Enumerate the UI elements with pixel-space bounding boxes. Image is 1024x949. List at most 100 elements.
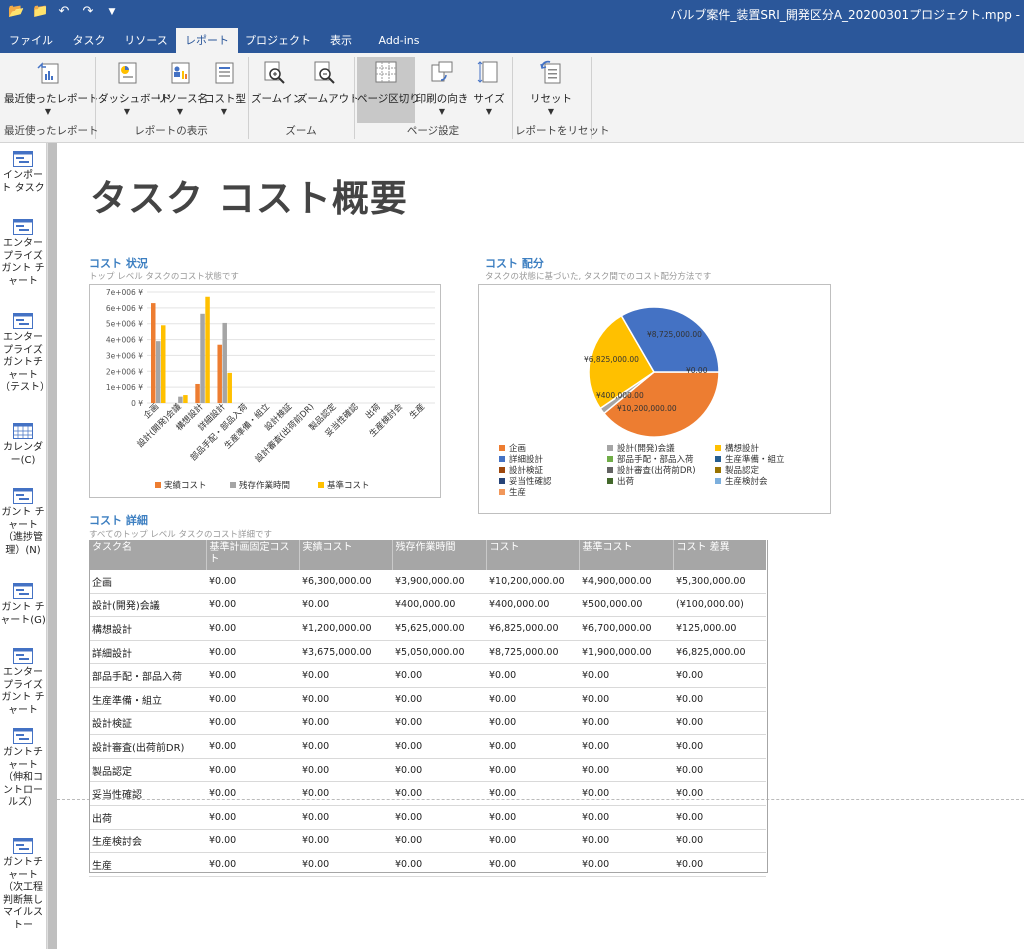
- bar[interactable]: [222, 322, 227, 403]
- bar[interactable]: [195, 383, 200, 403]
- table-column-header[interactable]: コスト: [486, 540, 580, 570]
- dashboard-button[interactable]: ダッシュボード ▼: [98, 57, 172, 123]
- tab-view[interactable]: 表示: [316, 28, 366, 53]
- cost-cell: ¥0.00: [392, 758, 486, 783]
- bar[interactable]: [178, 396, 183, 403]
- legend-swatch: [155, 482, 161, 488]
- view-calendar[interactable]: カレンダー(C): [0, 423, 46, 467]
- cost-cell: ¥0.00: [299, 687, 392, 712]
- table-column-header[interactable]: タスク名: [89, 540, 207, 570]
- cost-details-table[interactable]: タスク名 基準計画固定コスト 実績コスト 残存作業時間 コスト 基準コスト コスト 差異 企…: [89, 540, 766, 877]
- table-row[interactable]: 設計検証 ¥0.00 ¥0.00 ¥0.00 ¥0.00 ¥0.00 ¥0.00: [89, 711, 766, 736]
- gantt-view-icon: [13, 488, 33, 504]
- cost-cell: ¥0.00: [486, 829, 579, 854]
- undo-icon[interactable]: ↶: [56, 4, 72, 19]
- table-row[interactable]: 生産 ¥0.00 ¥0.00 ¥0.00 ¥0.00 ¥0.00 ¥0.00: [89, 852, 766, 877]
- qat-dropdown-icon[interactable]: ▼: [104, 7, 120, 17]
- orientation-button[interactable]: 印刷の向き ▼: [415, 57, 469, 123]
- recent-reports-button[interactable]: 最近使ったレポート ▼: [4, 57, 99, 123]
- cost-cell: ¥0.00: [486, 711, 579, 736]
- view-bar-scroll-strip[interactable]: [47, 143, 57, 949]
- calendar-view-icon: [13, 423, 33, 439]
- cost-cell: ¥4,900,000.00: [579, 570, 673, 594]
- cost-cell: ¥0.00: [579, 829, 673, 854]
- cost-cell: ¥0.00: [673, 734, 766, 759]
- view-enterprise-gantt-test[interactable]: エンタープライズ ガントチャート（テスト）: [0, 313, 50, 395]
- table-row[interactable]: 妥当性確認 ¥0.00 ¥0.00 ¥0.00 ¥0.00 ¥0.00 ¥0.00: [89, 781, 766, 806]
- y-tick-label: 1e+006 ¥: [106, 383, 143, 392]
- tab-resource[interactable]: リソース: [116, 28, 176, 53]
- size-button[interactable]: サイズ ▼: [469, 57, 509, 123]
- table-row[interactable]: 出荷 ¥0.00 ¥0.00 ¥0.00 ¥0.00 ¥0.00 ¥0.00: [89, 805, 766, 830]
- cost-status-bar-chart: 0 ¥ 1e+006 ¥ 2e+006 ¥ 3e+006 ¥ 4e+006 ¥ 5e+00…: [106, 288, 435, 491]
- table-row[interactable]: 詳細設計 ¥0.00 ¥3,675,000.00 ¥5,050,000.00 ¥8,72…: [89, 640, 766, 665]
- cost-distribution-subtitle: タスクの状態に基づいた, タスク間でのコスト配分方法です: [485, 272, 712, 282]
- page-breaks-button[interactable]: ページ区切り: [357, 57, 420, 123]
- tab-project[interactable]: プロジェクト: [240, 28, 316, 53]
- page-size-icon: [477, 61, 498, 83]
- cost-cell: ¥0.00: [206, 570, 299, 594]
- redo-icon[interactable]: ↷: [80, 4, 96, 19]
- cost-cell: ¥8,725,000.00: [486, 640, 579, 665]
- bar[interactable]: [205, 296, 210, 403]
- chevron-down-icon: ▼: [485, 107, 493, 116]
- tab-file[interactable]: ファイル: [0, 28, 62, 53]
- y-tick-label: 3e+006 ¥: [106, 351, 143, 360]
- table-row[interactable]: 生産準備・組立 ¥0.00 ¥0.00 ¥0.00 ¥0.00 ¥0.00 ¥0.00: [89, 687, 766, 712]
- view-import-task[interactable]: インポート タスク: [0, 151, 46, 195]
- y-tick-label: 0 ¥: [131, 399, 143, 408]
- view-gantt-shinwa[interactable]: ガントチャート（伸和コントロールズ）: [0, 728, 46, 810]
- legend-swatch: [607, 456, 613, 462]
- cost-cell: ¥0.00: [299, 663, 392, 688]
- view-enterprise-gantt[interactable]: エンタープライズ ガント チャート: [0, 219, 46, 288]
- folder-open-icon[interactable]: 📂: [8, 4, 24, 19]
- bar[interactable]: [200, 313, 205, 403]
- table-row[interactable]: 構想設計 ¥0.00 ¥1,200,000.00 ¥5,625,000.00 ¥6,82…: [89, 616, 766, 641]
- cost-distribution-chart[interactable]: ¥10,200,000.00 ¥400,000.00 ¥6,825,000.00 ¥8…: [478, 284, 831, 514]
- resources-report-button[interactable]: リソース名 ▼: [156, 57, 208, 123]
- table-column-header[interactable]: 実績コスト: [299, 540, 393, 570]
- view-gantt-chart[interactable]: ガント チャート(G): [0, 583, 46, 627]
- chevron-down-icon: ▼: [547, 107, 555, 116]
- table-column-header[interactable]: 基準コスト: [579, 540, 674, 570]
- table-row[interactable]: 設計審査(出荷前DR) ¥0.00 ¥0.00 ¥0.00 ¥0.00 ¥0.00 ¥0.0…: [89, 734, 766, 759]
- costs-report-button[interactable]: コスト型 ▼: [204, 57, 246, 123]
- bar[interactable]: [227, 372, 232, 403]
- y-tick-label: 4e+006 ¥: [106, 336, 143, 345]
- view-enterprise-gantt-2[interactable]: エンタープライズ ガント チャート: [0, 648, 46, 717]
- table-row[interactable]: 生産検討会 ¥0.00 ¥0.00 ¥0.00 ¥0.00 ¥0.00 ¥0.00: [89, 829, 766, 854]
- task-name-cell: 設計検証: [89, 711, 206, 736]
- table-column-header[interactable]: 基準計画固定コスト: [206, 540, 300, 570]
- view-gantt-progress[interactable]: ガント チャート（進捗管理）(N): [0, 488, 46, 557]
- zoom-in-button[interactable]: ズームイン: [251, 57, 303, 123]
- zoom-out-button[interactable]: ズームアウト: [297, 57, 360, 123]
- bar[interactable]: [151, 303, 156, 403]
- table-column-header[interactable]: コスト 差異: [673, 540, 766, 570]
- table-row[interactable]: 設計(開発)会議 ¥0.00 ¥0.00 ¥400,000.00 ¥400,000.00…: [89, 593, 766, 618]
- tab-task[interactable]: タスク: [62, 28, 116, 53]
- cost-cell: ¥0.00: [673, 758, 766, 783]
- reset-button[interactable]: リセット ▼: [515, 57, 587, 123]
- y-tick-label: 7e+006 ¥: [106, 288, 143, 297]
- tab-addins[interactable]: Add-ins: [366, 28, 432, 53]
- table-column-header[interactable]: 残存作業時間: [392, 540, 487, 570]
- view-gantt-milestone[interactable]: ガントチャート（次工程判断無しマイルストー: [0, 838, 46, 932]
- bar[interactable]: [217, 344, 222, 403]
- legend-swatch: [499, 467, 505, 473]
- tab-report[interactable]: レポート: [176, 28, 238, 53]
- title-bar: 📂 📁 ↶ ↷ ▼ バルブ案件_装置SRI_開発区分A_20200301プロジェ…: [0, 0, 1024, 28]
- table-row[interactable]: 製品認定 ¥0.00 ¥0.00 ¥0.00 ¥0.00 ¥0.00 ¥0.00: [89, 758, 766, 783]
- cost-cell: ¥0.00: [299, 829, 392, 854]
- table-row[interactable]: 企画 ¥0.00 ¥6,300,000.00 ¥3,900,000.00 ¥10,200…: [89, 570, 766, 594]
- bar[interactable]: [156, 341, 161, 403]
- bar[interactable]: [183, 395, 188, 403]
- cost-cell: ¥6,700,000.00: [579, 616, 673, 641]
- cost-cell: ¥0.00: [392, 852, 486, 877]
- cost-status-chart[interactable]: 0 ¥ 1e+006 ¥ 2e+006 ¥ 3e+006 ¥ 4e+006 ¥ 5e+00…: [89, 284, 441, 498]
- table-row[interactable]: 部品手配・部品入荷 ¥0.00 ¥0.00 ¥0.00 ¥0.00 ¥0.00 ¥0.00: [89, 663, 766, 688]
- cost-cell: ¥6,825,000.00: [673, 640, 766, 665]
- cost-cell: ¥6,825,000.00: [486, 616, 579, 641]
- folder-icon[interactable]: 📁: [32, 4, 48, 19]
- bar[interactable]: [161, 325, 166, 403]
- cost-cell: ¥0.00: [206, 687, 299, 712]
